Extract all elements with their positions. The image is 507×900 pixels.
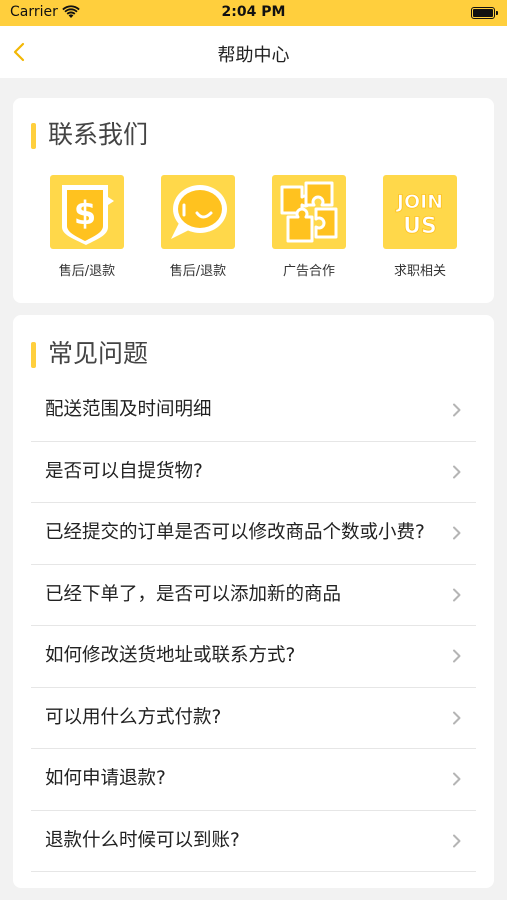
status-bar: Carrier 2:04 PM — [0, 0, 507, 26]
faq-row[interactable]: 退款什么时候可以到账? — [31, 811, 476, 872]
contact-item-label: 售后/退款 — [58, 264, 116, 279]
faq-question: 如何申请退款? — [45, 768, 166, 790]
chevron-right-icon — [453, 772, 461, 786]
faq-row[interactable]: 是否可以自提货物? — [31, 442, 476, 503]
chevron-right-icon — [453, 588, 461, 602]
chat-bubble-icon — [161, 175, 235, 249]
faq-card: 常见问题 配送范围及时间明细 是否可以自提货物? 已经提交的订单是否可以修改商品… — [13, 315, 494, 888]
faq-question: 已经下单了，是否可以添加新的商品 — [45, 583, 342, 605]
contact-item-jobs[interactable]: JOIN US 求职相关 — [370, 175, 470, 285]
chevron-right-icon — [453, 465, 461, 479]
chevron-right-icon — [453, 711, 461, 725]
puzzle-icon — [272, 175, 346, 249]
faq-list: 配送范围及时间明细 是否可以自提货物? 已经提交的订单是否可以修改商品个数或小费… — [31, 380, 476, 872]
section-accent-bar — [31, 342, 36, 368]
section-accent-bar — [31, 123, 36, 149]
faq-row[interactable]: 已经下单了，是否可以添加新的商品 — [31, 565, 476, 626]
dollar-card-icon: $ — [50, 175, 124, 249]
chevron-right-icon — [453, 834, 461, 848]
contact-item-after-sales[interactable]: $ 售后/退款 — [37, 175, 137, 285]
contact-heading: 联系我们 — [48, 120, 149, 149]
faq-question: 退款什么时候可以到账? — [45, 829, 240, 851]
contact-item-label: 售后/退款 — [169, 264, 227, 279]
chevron-right-icon — [453, 403, 461, 417]
faq-row[interactable]: 如何修改送货地址或联系方式? — [31, 626, 476, 688]
faq-question: 如何修改送货地址或联系方式? — [45, 645, 296, 667]
faq-row[interactable]: 配送范围及时间明细 — [31, 380, 476, 442]
navigation-bar: 帮助中心 — [0, 26, 507, 78]
contact-card: 联系我们 $ 售后/退款 售后/退款 广告合作 JOIN US 求职相关 — [13, 98, 494, 303]
contact-item-label: 广告合作 — [282, 264, 335, 279]
faq-question: 可以用什么方式付款? — [45, 706, 222, 728]
battery-icon — [471, 7, 498, 19]
faq-question: 是否可以自提货物? — [45, 460, 203, 482]
page-title: 帮助中心 — [217, 45, 290, 66]
contact-item-advertising[interactable]: 广告合作 — [259, 175, 359, 285]
faq-question: 已经提交的订单是否可以修改商品个数或小费? — [45, 522, 425, 544]
contact-item-label: 求职相关 — [393, 264, 446, 279]
status-time: 2:04 PM — [221, 4, 286, 20]
faq-row[interactable]: 如何申请退款? — [31, 749, 476, 811]
us-text: US — [403, 214, 437, 239]
chevron-right-icon — [453, 649, 461, 663]
join-us-icon: JOIN US — [383, 175, 457, 249]
faq-row[interactable]: 已经提交的订单是否可以修改商品个数或小费? — [31, 503, 476, 565]
faq-question: 配送范围及时间明细 — [45, 399, 212, 421]
contact-item-after-sales-chat[interactable]: 售后/退款 — [148, 175, 248, 285]
chevron-right-icon — [453, 526, 461, 540]
svg-text:$: $ — [74, 194, 96, 232]
faq-row[interactable]: 可以用什么方式付款? — [31, 688, 476, 749]
join-text: JOIN — [395, 191, 443, 213]
faq-heading: 常见问题 — [48, 339, 149, 368]
